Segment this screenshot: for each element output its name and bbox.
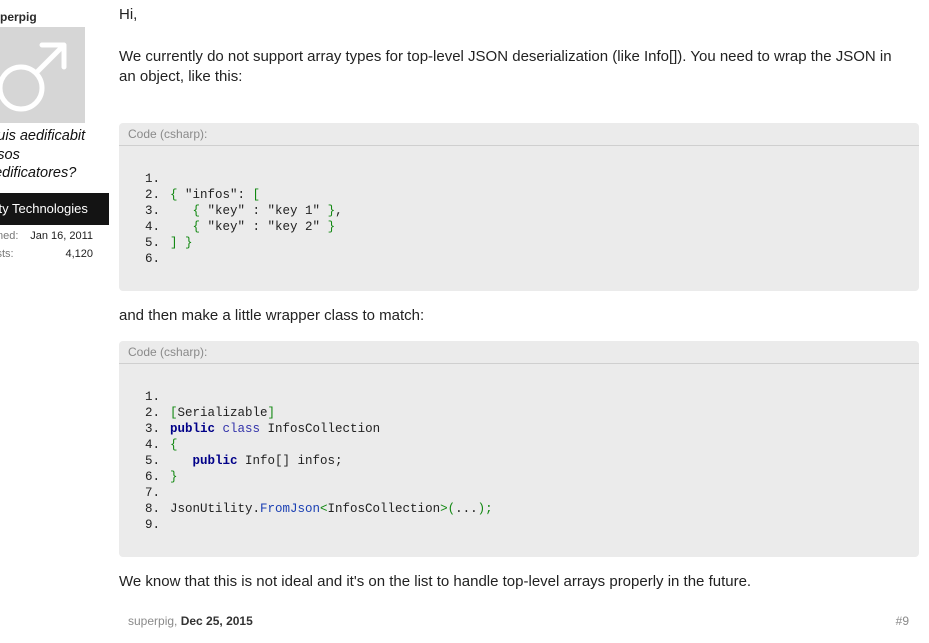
code-lines: 1. 2. [Serializable] 3. public class Infos… [145, 389, 493, 533]
avatar[interactable] [0, 27, 85, 123]
code-block-title: Code (csharp): [119, 341, 919, 364]
code-block: Code (csharp): 1. 2.{ "infos": [ 3. { "k… [119, 123, 919, 291]
meta-separator: , [174, 614, 181, 628]
posts-stat: Posts: 4,120 [0, 248, 93, 262]
code-line: 2. [Serializable] [145, 406, 276, 420]
code-line: 6. [145, 252, 161, 266]
code-line: 3. public class InfosCollection [145, 422, 381, 436]
intro-text: We currently do not support array types … [119, 48, 892, 85]
code-block: Code (csharp): 1. 2. [Serializable] 3. pub… [119, 341, 919, 557]
post-number-link[interactable]: #9 [896, 614, 909, 628]
post-meta: superpig, Dec 25, 2015 [128, 614, 253, 628]
code-line: 4. { "key" : "key 2" } [145, 220, 336, 234]
outro-text: We know that this is not ideal and it's … [119, 573, 752, 590]
code-line: 4.{ [145, 438, 178, 452]
user-banner-text: Unity Technologies [0, 201, 88, 216]
code-line: 1. [145, 390, 161, 404]
joined-value: Jan 16, 2011 [30, 230, 93, 242]
username-link[interactable]: superpig [0, 10, 37, 24]
code-line: 3. { "key" : "key 1" }, [145, 204, 343, 218]
code-line: 9. [145, 518, 161, 532]
code-line: 8. JsonUtility.FromJson<InfosCollection>(… [145, 502, 493, 516]
code-line: 6.} [145, 470, 178, 484]
joined-stat: Joined: Jan 16, 2011 [0, 230, 93, 244]
code-line: 5.] } [145, 236, 193, 250]
author-link[interactable]: superpig [128, 614, 174, 628]
user-banner: Unity Technologies [0, 193, 109, 225]
code-line: 7. [145, 486, 161, 500]
joined-label: Joined: [0, 230, 19, 242]
forum-post: superpig Quis aedificabit ipsos aedifica… [0, 0, 929, 643]
user-title-line: Quis aedificabit [0, 128, 86, 144]
code-block-title: Code (csharp): [119, 123, 919, 146]
user-title: Quis aedificabit ipsos aedificatores? [0, 127, 96, 183]
code-line: 2.{ "infos": [ [145, 188, 261, 202]
code-line: 5. public Info[] infos; [145, 454, 343, 468]
user-title-line: ipsos [0, 146, 20, 163]
user-title-line: aedificatores? [0, 165, 77, 181]
between-text: and then make a little wrapper class to … [119, 307, 425, 324]
code-lines: 1. 2.{ "infos": [ 3. { "key" : "key 1" }… [145, 171, 343, 267]
code-line: 1. [145, 172, 161, 186]
greeting-text: Hi, [119, 6, 138, 23]
posts-label: Posts: [0, 248, 14, 260]
male-symbol-icon [0, 27, 85, 123]
posts-value[interactable]: 4,120 [65, 248, 93, 260]
post-date-link[interactable]: Dec 25, 2015 [181, 614, 253, 628]
